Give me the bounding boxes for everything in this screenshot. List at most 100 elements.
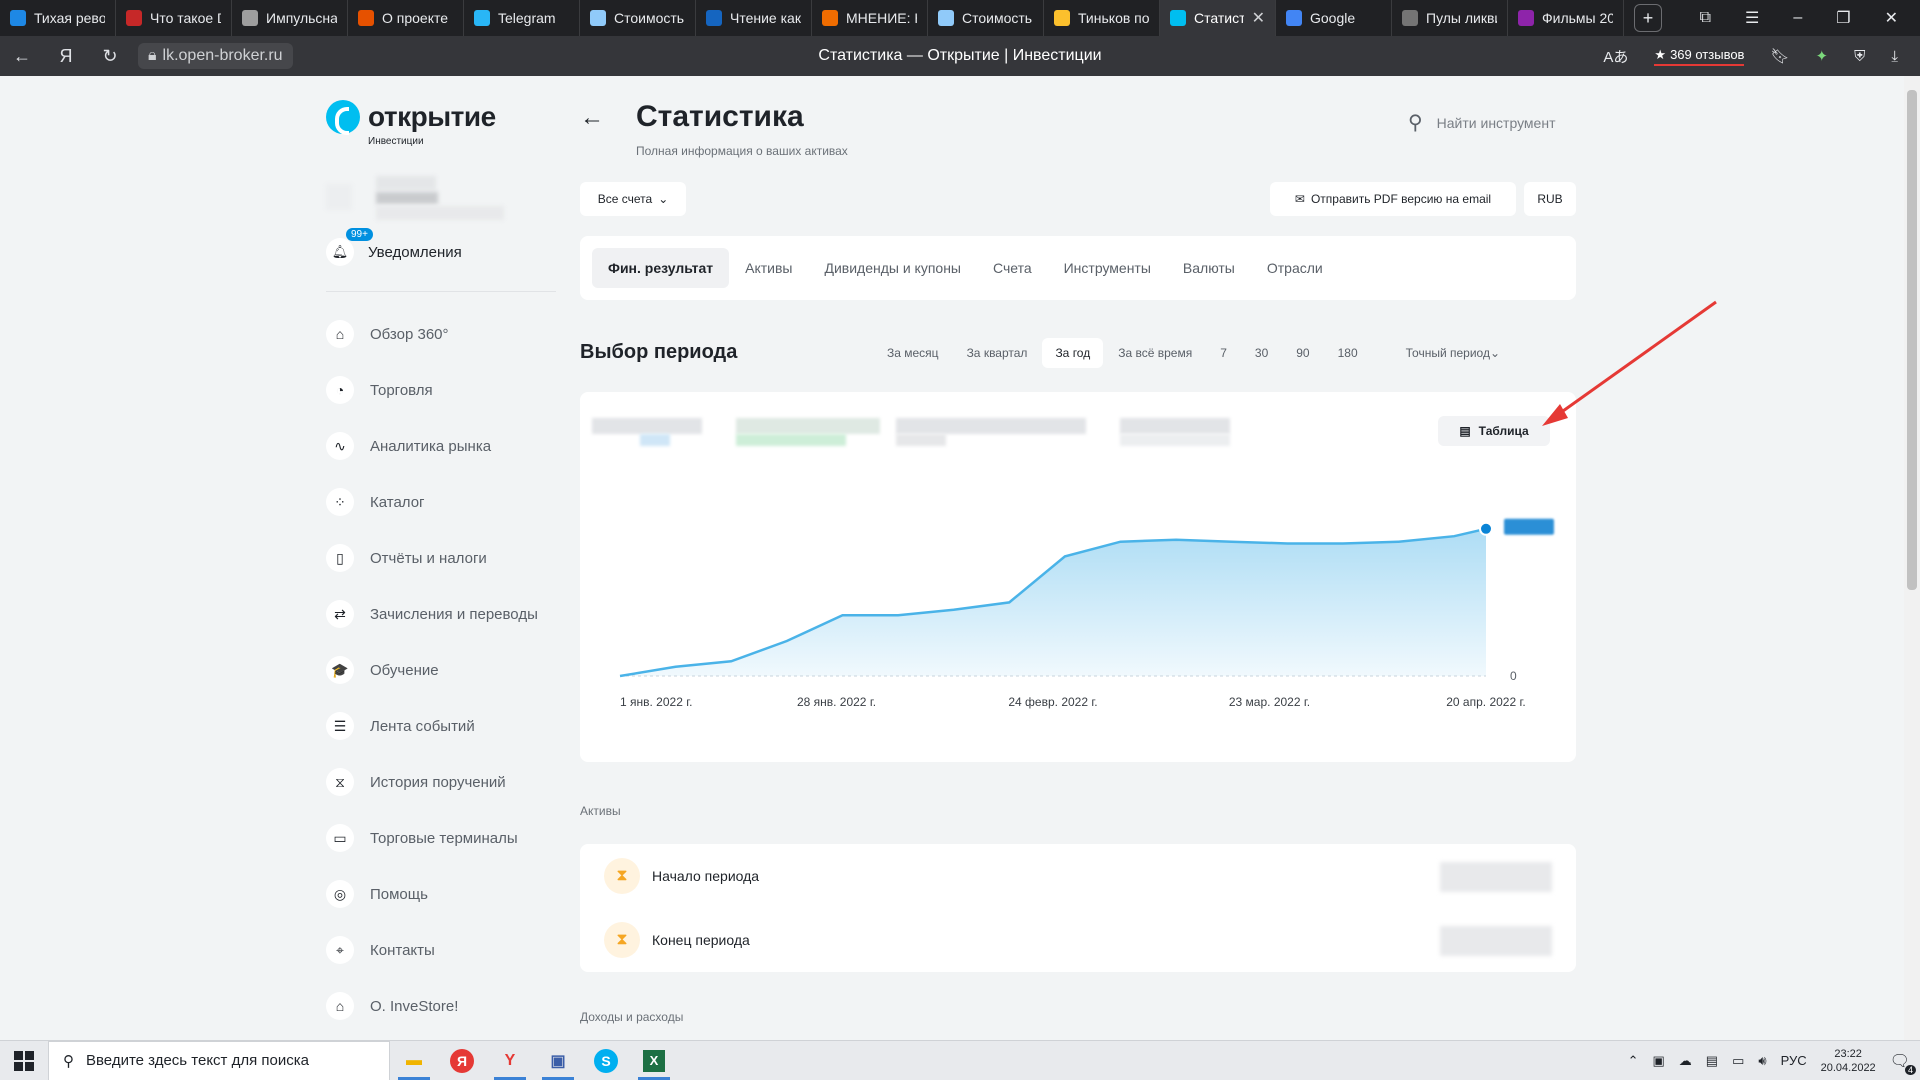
sidebar-item[interactable]: ⌖ Контакты xyxy=(326,922,556,978)
stats-tab[interactable]: Инструменты xyxy=(1048,248,1167,288)
stats-tab[interactable]: Отрасли xyxy=(1251,248,1339,288)
browser-tab[interactable]: Фильмы 20 xyxy=(1508,0,1624,36)
sidebar-item[interactable]: ⁘ Каталог xyxy=(326,474,556,530)
period-option[interactable]: За квартал xyxy=(954,338,1041,368)
asset-row-end[interactable]: ⧗ Конец периода xyxy=(604,920,750,960)
sidebar-item[interactable]: ∿ Аналитика рынка xyxy=(326,418,556,474)
exact-period-dropdown[interactable]: Точный период ⌄ xyxy=(1393,338,1513,368)
mail-icon: ✉ xyxy=(1294,192,1305,206)
new-tab-button[interactable]: + xyxy=(1634,4,1662,32)
sidebar-item[interactable]: ⧖ История поручений xyxy=(326,754,556,810)
browser-tab[interactable]: Статистик ✕ xyxy=(1160,0,1276,36)
close-tab-icon[interactable]: ✕ xyxy=(1252,8,1265,28)
minimize-button[interactable]: – xyxy=(1793,9,1802,27)
asset-row-start[interactable]: ⧗ Начало периода xyxy=(604,856,759,896)
browser-tab[interactable]: Импульсна xyxy=(232,0,348,36)
currency-button[interactable]: RUB xyxy=(1524,182,1576,216)
browser-tab[interactable]: Что такое D xyxy=(116,0,232,36)
extension-icon[interactable]: ✦ xyxy=(1816,47,1829,65)
search-icon: ⚲ xyxy=(63,1052,74,1070)
yandex-icon[interactable]: Я xyxy=(44,46,88,67)
volume-icon[interactable]: 🔊︎ xyxy=(1758,1053,1766,1069)
protect-icon[interactable]: ⛨ xyxy=(1854,48,1865,65)
chevron-up-icon[interactable]: ⌃ xyxy=(1628,1053,1639,1069)
yandex-icon[interactable]: Y xyxy=(486,1041,534,1080)
browser-tab[interactable]: Пулы ликви xyxy=(1392,0,1508,36)
back-arrow-icon[interactable]: ← xyxy=(580,104,604,132)
browser-tab[interactable]: Стоимость xyxy=(580,0,696,36)
browser-tab[interactable]: Стоимость xyxy=(928,0,1044,36)
browser-tab-title: МНЕНИЕ: Н xyxy=(846,10,917,26)
taskbar-search[interactable]: ⚲ Введите здесь текст для поиска xyxy=(48,1040,390,1080)
browser-tab[interactable]: Google xyxy=(1276,0,1392,36)
user-profile-blurred[interactable] xyxy=(326,174,506,222)
table-view-button[interactable]: ▤ Таблица xyxy=(1438,416,1550,446)
sidebar-item[interactable]: ⌂ О. InveStore! xyxy=(326,978,556,1034)
menu-icon[interactable]: ☰ xyxy=(1745,8,1759,28)
notification-center-icon[interactable]: 🗨︎ 4 xyxy=(1890,1051,1916,1075)
reload-icon[interactable]: ↻ xyxy=(88,46,132,67)
bookmark-icon[interactable]: 🔖︎ xyxy=(1770,47,1789,65)
period-option[interactable]: За всё время xyxy=(1105,338,1205,368)
translate-icon[interactable]: Aあ xyxy=(1603,46,1628,67)
browser-tab[interactable]: МНЕНИЕ: Н xyxy=(812,0,928,36)
period-option[interactable]: 7 xyxy=(1207,338,1240,368)
battery-icon[interactable]: ▭ xyxy=(1732,1053,1744,1069)
tray-app-icon[interactable]: ▣ xyxy=(1652,1053,1664,1069)
download-icon[interactable]: ⤓ xyxy=(1891,48,1898,65)
network-share-icon[interactable]: ☁ xyxy=(1679,1053,1692,1069)
asset-row-label: Начало периода xyxy=(652,868,760,884)
period-option[interactable]: 180 xyxy=(1325,338,1371,368)
notifications[interactable]: 🔔︎ 99+ Уведомления xyxy=(326,228,462,266)
yandex-browser-icon[interactable]: Я xyxy=(438,1041,486,1080)
stats-tab[interactable]: Дивиденды и купоны xyxy=(808,248,977,288)
browser-tab[interactable]: О проекте xyxy=(348,0,464,36)
period-option[interactable]: За месяц xyxy=(874,338,952,368)
send-pdf-button[interactable]: ✉ Отправить PDF версию на email xyxy=(1270,182,1516,216)
app-window-icon[interactable]: ▣ xyxy=(534,1041,582,1080)
stats-tab[interactable]: Активы xyxy=(729,248,808,288)
sidebar-item[interactable]: ⇄ Зачисления и переводы xyxy=(326,586,556,642)
period-option[interactable]: За год xyxy=(1042,338,1104,368)
clock[interactable]: 23:22 20.04.2022 xyxy=(1821,1047,1876,1075)
collections-icon[interactable]: ⧉ xyxy=(1700,9,1711,27)
file-explorer-icon[interactable]: ▬ xyxy=(390,1041,438,1080)
accounts-dropdown[interactable]: Все счета ⌄ xyxy=(580,182,686,216)
period-option[interactable]: 30 xyxy=(1242,338,1281,368)
url-field[interactable]: 🔒︎ lk.open-broker.ru xyxy=(138,43,293,69)
sidebar-item-label: Отчёты и налоги xyxy=(370,549,487,567)
excel-icon[interactable]: X xyxy=(630,1041,678,1080)
restore-button[interactable]: ❐ xyxy=(1836,8,1850,28)
stats-tab[interactable]: Валюты xyxy=(1167,248,1251,288)
stats-tab[interactable]: Фин. результат xyxy=(592,248,730,288)
ethernet-icon[interactable]: ▤ xyxy=(1706,1053,1718,1069)
sidebar-item[interactable]: 🎓 Обучение xyxy=(326,642,556,698)
language-indicator[interactable]: РУС xyxy=(1781,1053,1807,1068)
reviews-badge[interactable]: ★ 369 отзывов xyxy=(1654,47,1745,66)
stats-tab[interactable]: Счета xyxy=(977,248,1048,288)
sidebar-item[interactable]: ☰ Лента событий xyxy=(326,698,556,754)
accounts-label: Все счета xyxy=(597,192,653,206)
scrollbar-thumb[interactable] xyxy=(1907,90,1917,590)
browser-tab-strip: Тихая рево Что такое D Импульсна О проекте T… xyxy=(0,0,1920,36)
browser-tab[interactable]: Telegram xyxy=(464,0,580,36)
period-option[interactable]: 90 xyxy=(1283,338,1322,368)
sidebar-item[interactable]: ◎ Помощь xyxy=(326,866,556,922)
browser-tab[interactable]: Тихая рево xyxy=(0,0,116,36)
browser-tab[interactable]: Тиньков по xyxy=(1044,0,1160,36)
close-window-button[interactable]: ✕ xyxy=(1885,8,1898,28)
home-icon: ⌂ xyxy=(326,320,354,348)
start-button[interactable] xyxy=(0,1041,48,1080)
sidebar-item[interactable]: ▭ Торговые терминалы xyxy=(326,810,556,866)
instrument-search[interactable]: ⚲ Найти инструмент xyxy=(1408,110,1556,135)
favicon-icon xyxy=(474,10,490,26)
sidebar-item[interactable]: ▯ Отчёты и налоги xyxy=(326,530,556,586)
sidebar-item[interactable]: ⌂ Обзор 360° xyxy=(326,306,556,362)
sidebar-item[interactable]: ◔ Торговля xyxy=(326,362,556,418)
page-scrollbar[interactable] xyxy=(1904,76,1920,1040)
brand-logo[interactable]: открытие xyxy=(326,100,496,135)
back-icon[interactable]: ← xyxy=(0,46,44,67)
skype-icon[interactable]: S xyxy=(582,1041,630,1080)
blurred-summary-block xyxy=(640,434,670,446)
browser-tab[interactable]: Чтение как xyxy=(696,0,812,36)
